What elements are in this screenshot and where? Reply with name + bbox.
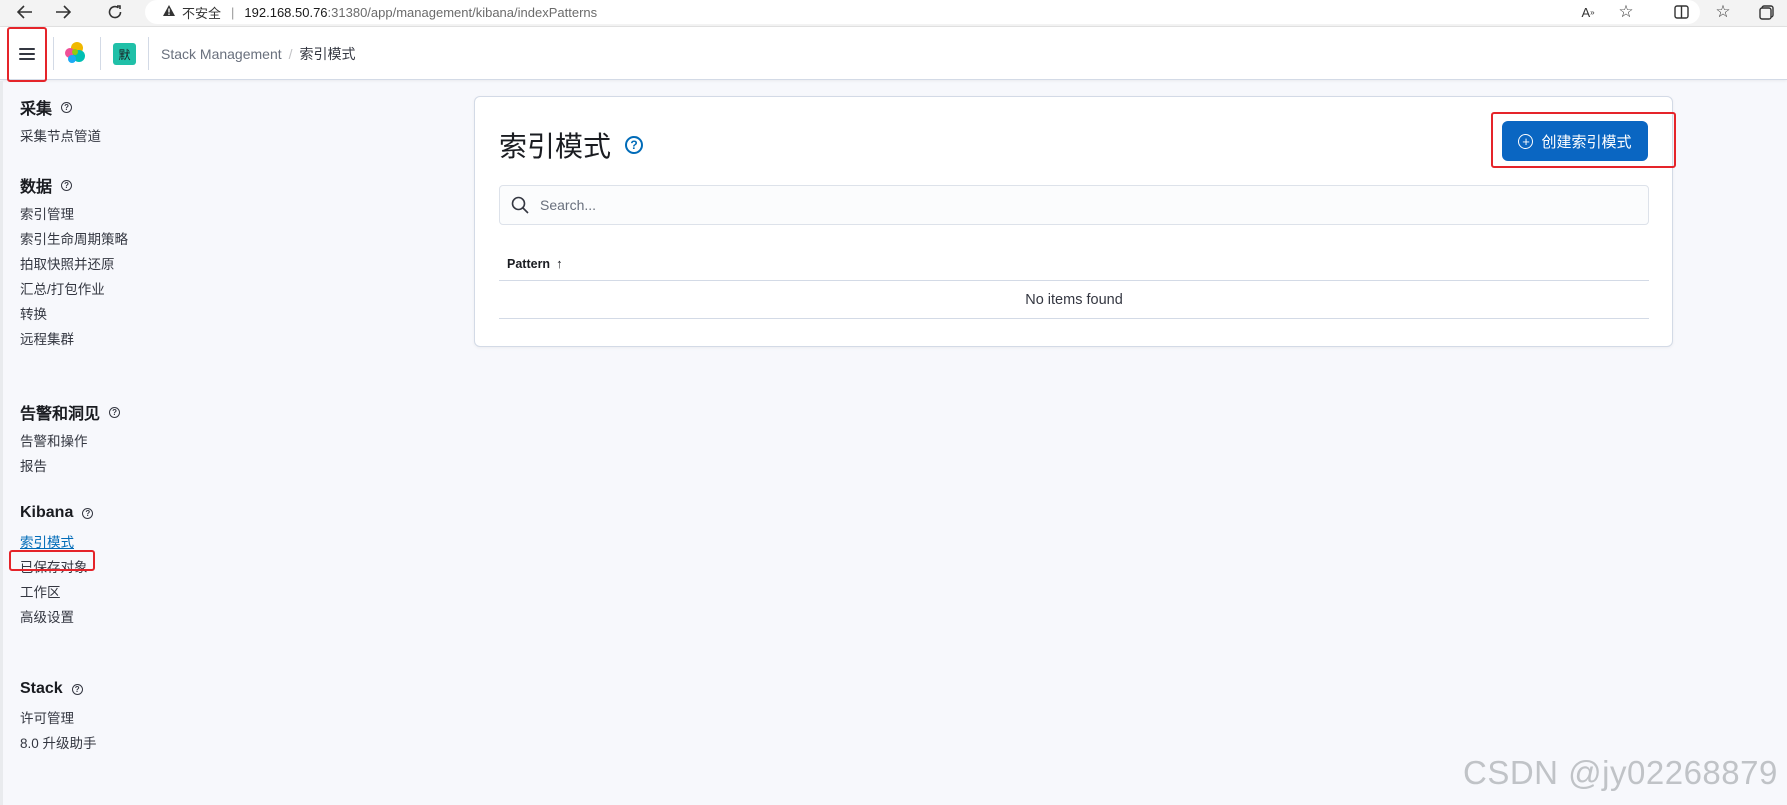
- insecure-label: 不安全: [182, 5, 222, 21]
- breadcrumb-stack-management[interactable]: Stack Management: [161, 46, 282, 62]
- favorite-star-icon[interactable]: ☆: [1613, 0, 1639, 24]
- header-divider: [148, 37, 149, 70]
- sidebar-item-saved-objects[interactable]: 已保存对象: [20, 555, 93, 580]
- back-arrow-icon[interactable]: [12, 0, 38, 24]
- read-aloud-icon[interactable]: A»: [1575, 0, 1601, 24]
- url-host: 192.168.50.76: [244, 4, 328, 20]
- url-separator: |: [231, 4, 235, 20]
- forward-arrow-icon[interactable]: [50, 0, 76, 24]
- url-path: :31380/app/management/kibana/indexPatter…: [327, 4, 598, 20]
- search-icon: [511, 196, 529, 214]
- sidebar-group-title: 数据: [20, 179, 53, 196]
- space-avatar[interactable]: 默: [113, 43, 136, 65]
- page-title: 索引模式: [499, 131, 612, 162]
- browser-toolbar: 不安全 | 192.168.50.76:31380/app/management…: [0, 0, 1787, 27]
- kibana-header: 默 Stack Management / 索引模式: [0, 27, 1787, 82]
- sidebar-group-title: Kibana: [20, 504, 74, 521]
- sidebar-item-license-management[interactable]: 许可管理: [20, 706, 97, 731]
- sidebar-item-ilm-policies[interactable]: 索引生命周期策略: [20, 227, 128, 252]
- sidebar-item-snapshot-restore[interactable]: 拍取快照并还原: [20, 252, 128, 277]
- help-icon[interactable]: ?: [625, 136, 644, 154]
- collections-icon[interactable]: [1753, 0, 1779, 24]
- watermark: CSDN @jy02268879: [1463, 754, 1778, 791]
- management-sidebar: 采集 ? 采集节点管道 数据 ? 索引管理 索引生命周期策略 拍取快照并还原 汇…: [0, 81, 440, 805]
- create-button-label: 创建索引模式: [1541, 133, 1632, 151]
- search-field[interactable]: [499, 185, 1649, 225]
- sidebar-item-index-patterns[interactable]: 索引模式: [20, 530, 93, 555]
- hamburger-icon: [19, 48, 35, 60]
- sidebar-item-spaces[interactable]: 工作区: [20, 580, 93, 605]
- help-icon[interactable]: ?: [61, 101, 73, 113]
- plus-circle-icon: +: [1518, 133, 1534, 149]
- breadcrumb-separator: /: [288, 46, 293, 62]
- sidebar-item-alerts-actions[interactable]: 告警和操作: [20, 429, 120, 454]
- sidebar-item-rollup-jobs[interactable]: 汇总/打包作业: [20, 277, 128, 302]
- column-header-pattern[interactable]: Pattern ↑: [507, 256, 563, 271]
- sidebar-item-upgrade-assistant[interactable]: 8.0 升级助手: [20, 731, 97, 756]
- sidebar-group-alerts-insights: 告警和洞见 ? 告警和操作 报告: [20, 401, 121, 479]
- breadcrumb: Stack Management / 索引模式: [161, 27, 356, 81]
- favorites-list-icon[interactable]: ☆: [1710, 0, 1736, 24]
- sidebar-group-title: 告警和洞见: [20, 406, 101, 423]
- address-bar[interactable]: 不安全 | 192.168.50.76:31380/app/management…: [145, 0, 1700, 24]
- sidebar-group-stack: Stack ? 许可管理 8.0 升级助手: [20, 678, 97, 756]
- sidebar-item-reporting[interactable]: 报告: [20, 454, 120, 479]
- sidebar-group-data: 数据 ? 索引管理 索引生命周期策略 拍取快照并还原 汇总/打包作业 转换 远程…: [20, 174, 128, 352]
- sidebar-item-ingest-pipelines[interactable]: 采集节点管道: [20, 124, 101, 149]
- sidebar-item-index-management[interactable]: 索引管理: [20, 202, 128, 227]
- help-icon[interactable]: ?: [71, 683, 83, 695]
- elastic-logo-icon[interactable]: [63, 41, 87, 65]
- warning-triangle-icon: [162, 4, 176, 20]
- table-header: Pattern ↑: [499, 247, 1649, 281]
- breadcrumb-current: 索引模式: [299, 46, 356, 62]
- help-icon[interactable]: ?: [109, 406, 121, 418]
- sort-ascending-icon: ↑: [556, 256, 563, 271]
- column-label: Pattern: [507, 256, 551, 271]
- create-index-pattern-button[interactable]: + 创建索引模式: [1502, 121, 1648, 161]
- refresh-icon[interactable]: [102, 0, 128, 24]
- sidebar-group-title: 采集: [20, 101, 53, 118]
- table-empty-message: No items found: [499, 281, 1649, 319]
- sidebar-item-advanced-settings[interactable]: 高级设置: [20, 605, 93, 630]
- help-icon[interactable]: ?: [61, 179, 73, 191]
- split-screen-icon[interactable]: [1668, 0, 1694, 24]
- index-patterns-panel: 索引模式 ? + 创建索引模式 Pattern ↑ No items found: [474, 96, 1673, 347]
- sidebar-group-kibana: Kibana ? 索引模式 已保存对象 工作区 高级设置: [20, 502, 94, 630]
- help-icon[interactable]: ?: [82, 507, 94, 519]
- menu-toggle-button[interactable]: [7, 27, 47, 81]
- search-input[interactable]: [540, 197, 1630, 213]
- sidebar-group-ingest: 采集 ? 采集节点管道: [20, 96, 101, 149]
- sidebar-item-transforms[interactable]: 转换: [20, 302, 128, 327]
- sidebar-group-title: Stack: [20, 680, 63, 697]
- header-divider: [100, 37, 101, 70]
- sidebar-item-remote-clusters[interactable]: 远程集群: [20, 327, 128, 352]
- header-divider: [53, 37, 54, 70]
